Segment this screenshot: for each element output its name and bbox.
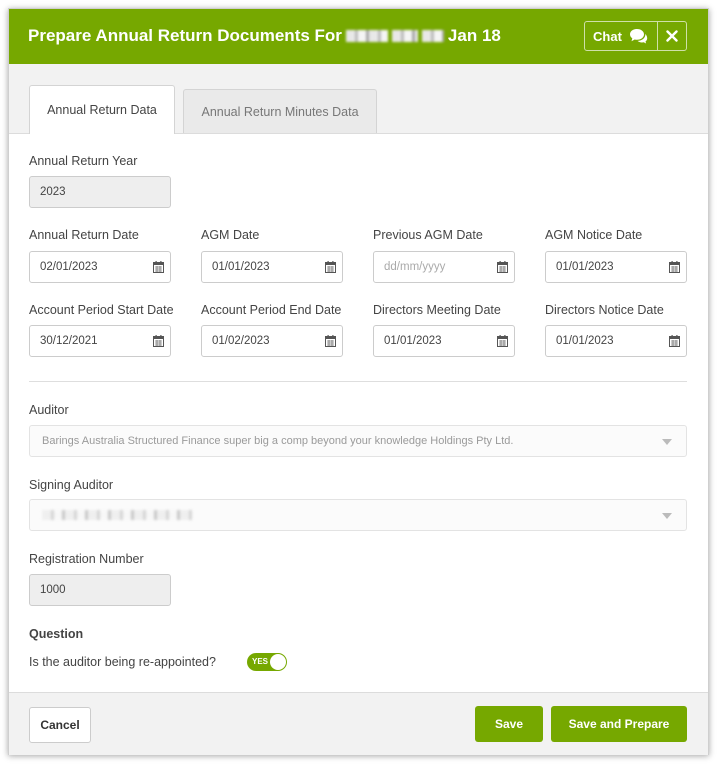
calendar-icon[interactable] [669, 261, 680, 273]
annual-return-date-label: Annual Return Date [29, 228, 139, 242]
calendar-icon[interactable] [153, 335, 164, 347]
tab-annual-return-minutes-data[interactable]: Annual Return Minutes Data [183, 89, 377, 133]
chat-button[interactable]: Chat [585, 22, 658, 50]
chevron-down-icon [662, 439, 672, 445]
directors-notice-date-input[interactable]: 01/01/2023 [545, 325, 687, 357]
agm-date-input[interactable]: 01/01/2023 [201, 251, 343, 283]
auditor-label: Auditor [29, 403, 69, 417]
calendar-icon[interactable] [325, 335, 336, 347]
toggle-knob [270, 654, 286, 670]
annual-return-year-label: Annual Return Year [29, 154, 138, 168]
signing-auditor-label: Signing Auditor [29, 478, 114, 492]
account-period-start-input[interactable]: 30/12/2021 [29, 325, 171, 357]
agm-notice-date-input[interactable]: 01/01/2023 [545, 251, 687, 283]
redacted-name-part [421, 30, 444, 42]
calendar-icon[interactable] [153, 261, 164, 273]
annual-return-year-field: 2023 [29, 176, 171, 208]
tab-annual-return-data[interactable]: Annual Return Data [29, 85, 175, 134]
calendar-icon[interactable] [669, 335, 680, 347]
chat-close-group: Chat [584, 21, 687, 51]
annual-return-date-input[interactable]: 02/01/2023 [29, 251, 171, 283]
directors-meeting-date-input[interactable]: 01/01/2023 [373, 325, 515, 357]
save-and-prepare-button[interactable]: Save and Prepare [551, 706, 687, 742]
question-heading: Question [29, 627, 84, 641]
account-period-start-label: Account Period Start Date [29, 303, 174, 317]
calendar-icon[interactable] [325, 261, 336, 273]
dialog-title: Prepare Annual Return Documents For Jan 1… [28, 26, 501, 45]
save-button[interactable]: Save [475, 706, 543, 742]
section-divider [29, 381, 687, 382]
chevron-down-icon [662, 513, 672, 519]
registration-number-label: Registration Number [29, 552, 144, 566]
calendar-icon[interactable] [497, 335, 508, 347]
redacted-name-part [345, 30, 388, 42]
reappoint-auditor-toggle[interactable]: YES [247, 653, 287, 671]
question-text: Is the auditor being re-appointed? [29, 655, 216, 669]
prepare-annual-return-dialog: Prepare Annual Return Documents For Jan 1… [8, 8, 709, 755]
calendar-icon[interactable] [497, 261, 508, 273]
dialog-footer: Cancel Save Save and Prepare [9, 692, 708, 755]
previous-agm-date-input[interactable]: dd/mm/yyyy [373, 251, 515, 283]
directors-meeting-date-label: Directors Meeting Date [373, 303, 501, 317]
agm-notice-date-label: AGM Notice Date [545, 228, 643, 242]
agm-date-label: AGM Date [201, 228, 260, 242]
tab-bar: Annual Return Data Annual Return Minutes… [9, 64, 708, 134]
chat-bubbles-icon [629, 29, 648, 44]
close-button[interactable] [658, 22, 686, 50]
close-icon [666, 30, 678, 42]
redacted-name-part [391, 30, 418, 42]
redacted-signing-auditor-value [42, 510, 192, 520]
cancel-button[interactable]: Cancel [29, 707, 91, 743]
dialog-header: Prepare Annual Return Documents For Jan 1… [9, 9, 708, 64]
account-period-end-label: Account Period End Date [201, 303, 342, 317]
auditor-select[interactable]: Barings Australia Structured Finance sup… [29, 425, 687, 457]
previous-agm-date-label: Previous AGM Date [373, 228, 483, 242]
account-period-end-input[interactable]: 01/02/2023 [201, 325, 343, 357]
signing-auditor-select[interactable] [29, 499, 687, 531]
directors-notice-date-label: Directors Notice Date [545, 303, 664, 317]
toggle-state-label: YES [252, 657, 269, 666]
registration-number-field: 1000 [29, 574, 171, 606]
